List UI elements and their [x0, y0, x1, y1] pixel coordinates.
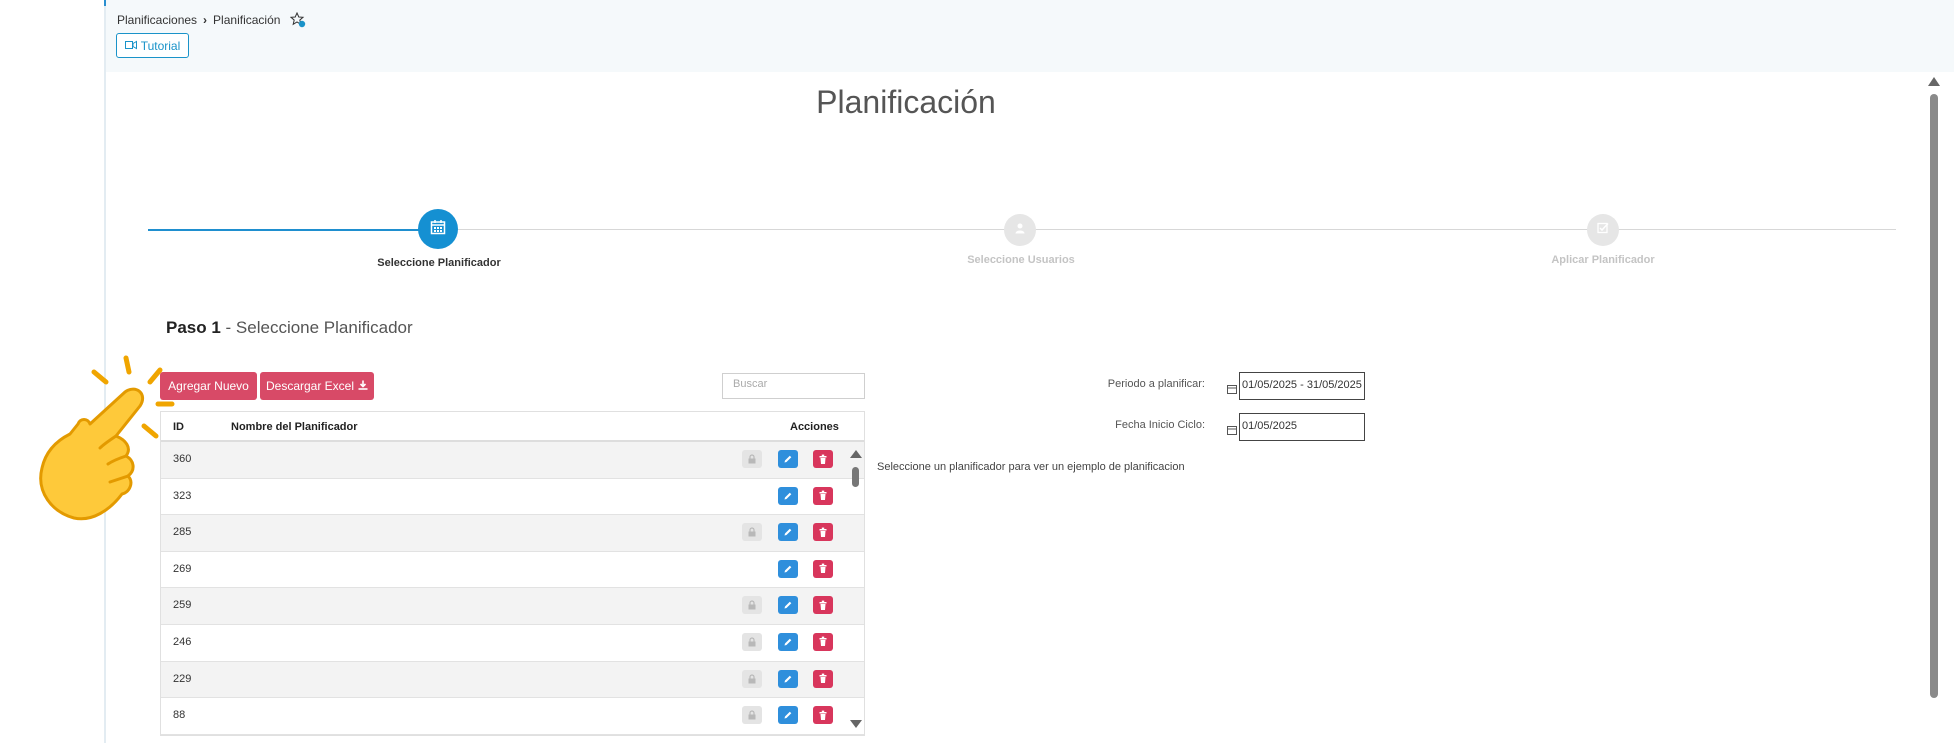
search-input[interactable]: Buscar — [722, 373, 865, 399]
row-id: 246 — [173, 635, 192, 648]
step-1-circle[interactable] — [418, 209, 458, 249]
delete-button[interactable] — [813, 632, 833, 651]
table-row[interactable]: 269 — [161, 552, 864, 589]
table-scrollbar[interactable] — [847, 446, 863, 736]
page-scroll-thumb[interactable] — [1930, 94, 1938, 698]
step-3-label: Aplicar Planificador — [1551, 254, 1655, 266]
delete-button[interactable] — [813, 559, 833, 578]
lock-icon[interactable] — [742, 632, 762, 651]
edit-button[interactable] — [778, 596, 798, 615]
check-square-icon — [1597, 221, 1609, 239]
edit-button[interactable] — [778, 669, 798, 688]
chevron-right-icon: › — [203, 13, 208, 27]
delete-button[interactable] — [813, 523, 833, 542]
tutorial-label: Tutorial — [140, 38, 181, 53]
tutorial-button[interactable]: Tutorial — [116, 33, 189, 58]
header-name[interactable]: Nombre del Planificador — [231, 421, 358, 433]
edit-button[interactable] — [778, 450, 798, 468]
table-row[interactable]: 229 — [161, 661, 864, 699]
step-3-circle[interactable] — [1587, 214, 1619, 246]
table-body: 360 323 285 269 259 246 229 88 — [161, 442, 864, 735]
lock-icon[interactable] — [742, 706, 762, 725]
breadcrumb-parent[interactable]: Planificaciones — [117, 13, 197, 27]
step-2-circle[interactable] — [1004, 214, 1036, 246]
period-label: Periodo a planificar: — [1107, 378, 1205, 390]
calendar-icon — [1227, 422, 1237, 435]
breadcrumb: Planificaciones › Planificación — [117, 11, 306, 28]
page-scrollbar[interactable] — [1927, 77, 1941, 703]
edit-button[interactable] — [778, 486, 798, 505]
edit-button[interactable] — [778, 706, 798, 725]
table-row[interactable]: 88 — [161, 698, 864, 735]
step-heading-prefix: Paso 1 — [166, 318, 221, 337]
delete-button[interactable] — [813, 486, 833, 505]
calendar-icon — [430, 219, 446, 240]
period-input[interactable]: 01/05/2025 - 31/05/2025 — [1239, 372, 1365, 400]
cycle-start-label: Fecha Inicio Ciclo: — [1115, 419, 1205, 431]
user-icon — [1014, 221, 1026, 239]
calendar-icon — [1227, 381, 1237, 394]
step-1-label: Seleccione Planificador — [377, 257, 501, 269]
table-row[interactable]: 323 — [161, 479, 864, 516]
video-icon — [124, 39, 137, 53]
step-2-label: Seleccione Usuarios — [967, 254, 1075, 266]
step-heading-rest: - Seleccione Planificador — [220, 318, 413, 337]
edit-button[interactable] — [778, 559, 798, 578]
planners-table: ID Nombre del Planificador Acciones 360 3… — [160, 411, 865, 736]
stepper-line — [438, 229, 1896, 230]
table-row[interactable]: 285 — [161, 515, 864, 552]
row-id: 269 — [173, 562, 192, 575]
pointing-hand-icon — [39, 355, 175, 521]
delete-button[interactable] — [813, 596, 833, 615]
delete-button[interactable] — [813, 450, 833, 468]
download-excel-label: Descargar Excel — [265, 379, 355, 393]
delete-button[interactable] — [813, 669, 833, 688]
page-scroll-up-arrow[interactable] — [1928, 77, 1940, 86]
table-row[interactable]: 259 — [161, 588, 864, 625]
row-id: 229 — [173, 672, 192, 685]
stepper-progress-line — [148, 229, 438, 231]
lock-icon[interactable] — [742, 450, 762, 468]
edit-button[interactable] — [778, 523, 798, 542]
header-actions: Acciones — [790, 421, 839, 433]
download-icon — [358, 379, 368, 393]
step-heading: Paso 1 - Seleccione Planificador — [166, 318, 413, 338]
delete-button[interactable] — [813, 706, 833, 725]
scroll-down-arrow[interactable] — [850, 720, 862, 728]
table-row[interactable]: 360 — [161, 442, 864, 479]
scroll-thumb[interactable] — [852, 467, 859, 487]
row-id: 259 — [173, 599, 192, 612]
edit-button[interactable] — [778, 632, 798, 651]
cycle-start-input[interactable]: 01/05/2025 — [1239, 413, 1365, 441]
scroll-up-arrow[interactable] — [850, 450, 862, 458]
download-excel-button[interactable]: Descargar Excel — [260, 372, 374, 400]
lock-icon[interactable] — [742, 523, 762, 542]
add-new-label: Agregar Nuevo — [168, 379, 249, 393]
preview-hint: Seleccione un planificador para ver un e… — [877, 461, 1185, 473]
star-settings-icon[interactable] — [290, 11, 306, 28]
lock-icon[interactable] — [742, 596, 762, 615]
breadcrumb-current: Planificación — [213, 13, 281, 27]
top-header-area — [106, 0, 1954, 72]
table-row[interactable]: 246 — [161, 625, 864, 662]
page-title: Planificación — [816, 84, 996, 120]
table-header: ID Nombre del Planificador Acciones — [161, 412, 864, 442]
row-id: 88 — [173, 709, 186, 722]
lock-icon[interactable] — [742, 669, 762, 688]
